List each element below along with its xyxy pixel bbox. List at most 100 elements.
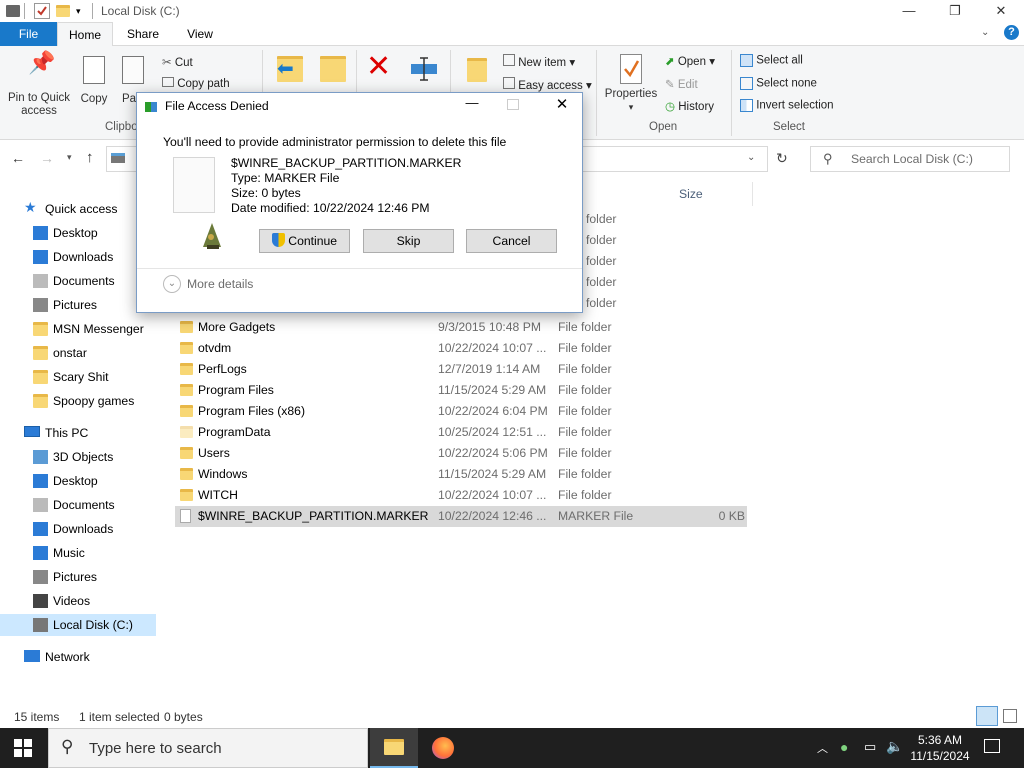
nav-item-msn-messenger[interactable]: MSN Messenger — [0, 318, 156, 340]
file-size: Size: 0 bytes — [231, 186, 301, 200]
3d-objects-icon — [33, 450, 48, 464]
nav-item-local-disk-c-[interactable]: Local Disk (C:) — [0, 614, 156, 636]
nav-this-pc[interactable]: This PC — [0, 422, 156, 444]
maximize-button[interactable]: ❐ — [932, 0, 978, 22]
nav-item-desktop[interactable]: Desktop — [0, 222, 156, 244]
taskbar-search-placeholder: Type here to search — [89, 740, 222, 757]
select-all-button[interactable]: Select all — [740, 54, 803, 67]
tab-home[interactable]: Home — [57, 22, 113, 47]
large-icons-view-icon[interactable] — [1003, 709, 1017, 723]
file-row[interactable]: Windows 11/15/2024 5:29 AM File folder — [175, 464, 747, 485]
nav-item-pictures[interactable]: Pictures — [0, 566, 156, 588]
firefox-icon[interactable] — [432, 737, 454, 759]
edit-button[interactable]: ✎ Edit — [665, 77, 698, 91]
cancel-button[interactable]: Cancel — [466, 229, 557, 253]
file-row[interactable]: otvdm 10/22/2024 10:07 ... File folder — [175, 338, 747, 359]
back-arrow-icon[interactable]: ← — [11, 150, 25, 166]
nav-item-videos[interactable]: Videos — [0, 590, 156, 612]
nav-item-onstar[interactable]: onstar — [0, 342, 156, 364]
open-button[interactable]: ⬈ Open ▾ — [665, 54, 715, 68]
file-name: Users — [198, 446, 230, 460]
details-view-icon[interactable] — [976, 706, 998, 726]
new-folder-quick-icon[interactable] — [56, 5, 70, 17]
address-dropdown-chevron-icon[interactable]: ⌄ — [747, 152, 755, 163]
invert-selection-button[interactable]: Invert selection — [740, 99, 834, 112]
edit-icon: ✎ — [665, 79, 675, 91]
move-to-icon[interactable]: ⬅ — [277, 56, 303, 82]
more-details-link[interactable]: More details — [187, 277, 253, 291]
up-arrow-icon[interactable]: ↑ — [86, 149, 94, 166]
properties-label: Properties — [604, 88, 658, 100]
nav-label: Music — [53, 546, 85, 560]
copy-to-icon[interactable] — [320, 56, 346, 82]
recent-locations-chevron-icon[interactable]: ▾ — [67, 152, 72, 163]
easy-access-button[interactable]: Easy access ▾ — [503, 77, 592, 92]
file-row[interactable]: Program Files (x86) 10/22/2024 6:04 PM Fil… — [175, 401, 747, 422]
refresh-icon[interactable]: ↻ — [776, 150, 788, 167]
forward-arrow-icon[interactable]: → — [40, 150, 54, 166]
show-hidden-icons-chevron-icon[interactable]: ︿ — [817, 740, 828, 756]
file-row[interactable]: $WINRE_BACKUP_PARTITION.MARKER 10/22/2024… — [175, 506, 747, 527]
pin-to-quick-access-button[interactable]: 📌 Pin to Quick access — [4, 50, 74, 118]
network-status-icon[interactable]: ▭ — [864, 739, 876, 755]
action-center-icon[interactable] — [984, 739, 1000, 753]
file-row[interactable]: Users 10/22/2024 5:06 PM File folder — [175, 443, 747, 464]
windows-start-icon[interactable] — [14, 739, 32, 757]
tab-share[interactable]: Share — [118, 22, 168, 46]
file-explorer-taskbar-button[interactable] — [370, 728, 418, 768]
customize-quick-access-icon[interactable]: ▾ — [76, 3, 92, 19]
file-row[interactable]: WITCH 10/22/2024 10:07 ... File folder — [175, 485, 747, 506]
properties-button[interactable]: Properties ▾ — [602, 54, 660, 114]
volume-icon[interactable]: 🔈 — [886, 738, 903, 755]
nav-item-3d-objects[interactable]: 3D Objects — [0, 446, 156, 468]
file-row[interactable]: PerfLogs 12/7/2019 1:14 AM File folder — [175, 359, 747, 380]
nav-item-documents[interactable]: Documents — [0, 270, 156, 292]
history-button[interactable]: ◷ History — [665, 99, 714, 113]
search-box[interactable]: ⚲ Search Local Disk (C:) — [810, 146, 1010, 172]
expand-details-chevron-icon[interactable]: ⌄ — [163, 275, 181, 293]
tab-view[interactable]: View — [178, 22, 222, 46]
clock[interactable]: 5:36 AM 11/15/2024 — [908, 732, 972, 764]
nav-quick-access[interactable]: ★ Quick access — [0, 198, 156, 220]
file-row[interactable]: ProgramData 10/25/2024 12:51 ... File fold… — [175, 422, 747, 443]
history-label: History — [678, 101, 715, 113]
new-item-button[interactable]: New item ▾ — [503, 54, 575, 69]
nav-item-documents[interactable]: Documents — [0, 494, 156, 516]
nav-item-music[interactable]: Music — [0, 542, 156, 564]
minimize-button[interactable]: — — [886, 0, 932, 22]
nav-item-scary-shit[interactable]: Scary Shit — [0, 366, 156, 388]
nav-item-pictures[interactable]: Pictures — [0, 294, 156, 316]
nav-item-desktop[interactable]: Desktop — [0, 470, 156, 492]
close-button[interactable]: ✕ — [978, 0, 1024, 22]
cut-button[interactable]: ✂ Cut — [162, 55, 193, 69]
copy-path-button[interactable]: Copy path — [162, 77, 230, 90]
dialog-close-button[interactable]: ✕ — [547, 95, 577, 113]
column-header-size[interactable]: Size — [679, 187, 703, 201]
people-icon[interactable]: ● — [840, 739, 848, 755]
copy-button[interactable]: Copy — [76, 56, 112, 106]
taskbar-search-box[interactable]: ⚲ Type here to search — [48, 728, 368, 768]
tab-file[interactable]: File — [0, 22, 57, 46]
properties-quick-icon[interactable] — [34, 3, 50, 19]
expand-ribbon-icon[interactable]: ⌄ — [981, 27, 989, 38]
help-icon[interactable]: ? — [1004, 25, 1019, 40]
continue-button[interactable]: Continue — [259, 229, 350, 253]
skip-button[interactable]: Skip — [363, 229, 454, 253]
explorer-app-icon — [6, 5, 20, 17]
network-icon — [24, 650, 40, 662]
folder-icon — [180, 447, 193, 459]
nav-label: Desktop — [53, 226, 98, 240]
new-folder-icon[interactable] — [467, 58, 487, 82]
file-row[interactable]: More Gadgets 9/3/2015 10:48 PM File folder — [175, 317, 747, 338]
dialog-minimize-button[interactable]: — — [457, 95, 487, 110]
nav-item-downloads[interactable]: Downloads — [0, 246, 156, 268]
nav-item-spoopy-games[interactable]: Spoopy games — [0, 390, 156, 412]
file-row[interactable]: Program Files 11/15/2024 5:29 AM File fold… — [175, 380, 747, 401]
delete-icon[interactable]: ✕ — [366, 52, 391, 82]
nav-network[interactable]: Network — [0, 646, 156, 668]
rename-icon[interactable] — [410, 56, 438, 82]
select-none-button[interactable]: Select none — [740, 77, 817, 90]
pin-icon: 📌 — [28, 50, 56, 75]
nav-item-downloads[interactable]: Downloads — [0, 518, 156, 540]
chevron-down-icon: ▾ — [569, 57, 576, 69]
